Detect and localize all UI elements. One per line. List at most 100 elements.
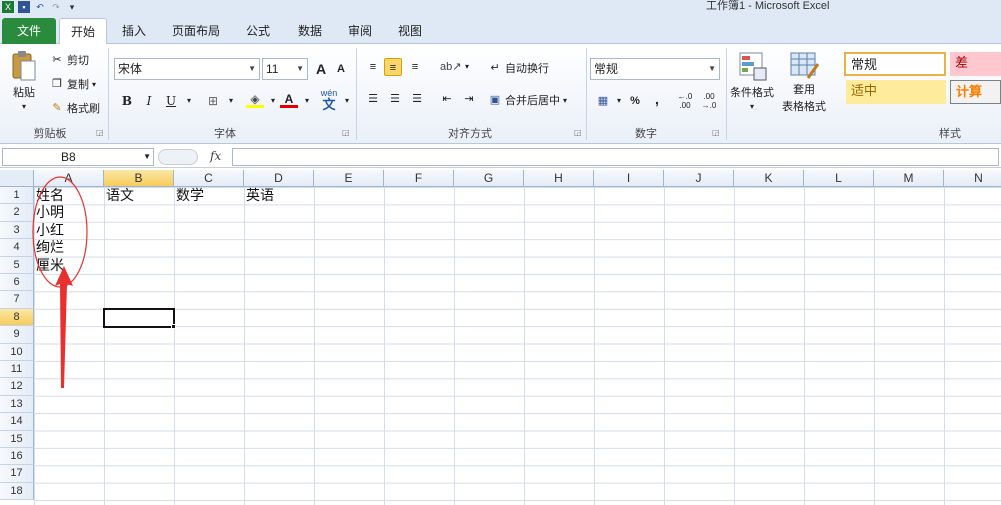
cell-a2[interactable]: 小明: [36, 204, 64, 221]
cell-d1[interactable]: 英语: [246, 187, 274, 204]
row-header-12[interactable]: 12: [0, 378, 34, 396]
redo-icon[interactable]: ↷: [50, 1, 62, 13]
align-right-icon[interactable]: ☰: [408, 90, 426, 108]
row-header-18[interactable]: 18: [0, 482, 34, 501]
tab-view[interactable]: 视图: [388, 18, 432, 44]
tab-data[interactable]: 数据: [288, 18, 332, 44]
column-header-c[interactable]: C: [174, 170, 244, 187]
column-header-n[interactable]: N: [944, 170, 1001, 187]
underline-dropdown-icon[interactable]: ▾: [180, 92, 198, 110]
font-name-select[interactable]: 宋体 ▼: [114, 58, 260, 80]
row-header-3[interactable]: 3: [0, 221, 34, 240]
borders-icon[interactable]: ⊞: [204, 92, 222, 110]
column-header-i[interactable]: I: [594, 170, 664, 187]
column-header-d[interactable]: D: [244, 170, 314, 187]
column-header-g[interactable]: G: [454, 170, 524, 187]
style-normal[interactable]: 常规: [844, 52, 946, 76]
shrink-font-button[interactable]: A: [332, 60, 350, 78]
tab-home[interactable]: 开始: [59, 18, 107, 45]
phonetic-icon[interactable]: wén 文: [320, 88, 338, 111]
column-header-h[interactable]: H: [524, 170, 594, 187]
column-header-a[interactable]: A: [34, 170, 104, 187]
row-header-14[interactable]: 14: [0, 413, 34, 431]
style-neutral[interactable]: 适中: [846, 80, 946, 104]
worksheet-grid[interactable]: ABCDEFGHIJKLMN 1 2 3 4 5 6 7 8 9 10 11 12 13 14 15 16 17…: [0, 170, 1001, 505]
row-header-16[interactable]: 16: [0, 448, 34, 466]
increase-indent-icon[interactable]: ⇥: [460, 90, 478, 108]
format-as-table-button[interactable]: 套用 表格格式: [782, 50, 826, 114]
wrap-text-button[interactable]: ↵ 自动换行: [488, 60, 549, 76]
decrease-decimal-icon[interactable]: .00 →.0: [700, 92, 718, 110]
font-color-button[interactable]: A: [280, 90, 298, 108]
row-header-17[interactable]: 17: [0, 465, 34, 483]
column-header-f[interactable]: F: [384, 170, 454, 187]
orientation-icon[interactable]: ab↗: [440, 58, 461, 76]
cell-c1[interactable]: 数学: [176, 187, 204, 204]
row-header-2[interactable]: 2: [0, 204, 34, 222]
row-header-8[interactable]: 8: [0, 308, 34, 327]
orientation-dropdown-icon[interactable]: ▾: [458, 58, 476, 76]
cell-a5[interactable]: 厘米: [36, 257, 64, 274]
cut-button[interactable]: ✂ 剪切: [50, 52, 89, 68]
cell-a4[interactable]: 绚烂: [36, 239, 64, 256]
grow-font-button[interactable]: A: [312, 60, 330, 78]
borders-dropdown-icon[interactable]: ▾: [222, 92, 240, 110]
number-launcher-icon[interactable]: ◲: [712, 128, 720, 137]
row-header-6[interactable]: 6: [0, 274, 34, 292]
cell-a3[interactable]: 小红: [36, 222, 64, 239]
phonetic-dropdown-icon[interactable]: ▾: [338, 92, 356, 110]
align-left-icon[interactable]: ☰: [364, 90, 382, 108]
tab-file[interactable]: 文件: [2, 18, 56, 44]
column-header-j[interactable]: J: [664, 170, 734, 187]
tab-insert[interactable]: 插入: [112, 18, 156, 44]
select-all-button[interactable]: [0, 170, 34, 187]
copy-button[interactable]: ❐ 复制 ▾: [50, 76, 96, 92]
customize-qat-icon[interactable]: ▾: [66, 1, 78, 13]
comma-button[interactable]: ,: [648, 90, 666, 108]
name-box[interactable]: B8 ▼: [2, 148, 154, 166]
font-size-select[interactable]: 11 ▼: [262, 58, 308, 80]
column-header-b[interactable]: B: [104, 170, 174, 187]
row-header-15[interactable]: 15: [0, 430, 34, 448]
tab-formulas[interactable]: 公式: [236, 18, 280, 44]
cell-area[interactable]: [34, 187, 1001, 505]
decrease-indent-icon[interactable]: ⇤: [438, 90, 456, 108]
bold-button[interactable]: B: [118, 92, 136, 110]
save-icon[interactable]: ▪: [18, 1, 30, 13]
underline-button[interactable]: U: [162, 92, 180, 110]
cell-a1[interactable]: 姓名: [36, 187, 64, 204]
clipboard-launcher-icon[interactable]: ◲: [96, 128, 104, 137]
row-header-13[interactable]: 13: [0, 395, 34, 414]
italic-button[interactable]: I: [140, 92, 158, 110]
merge-center-button[interactable]: ▣ 合并后居中 ▾: [488, 92, 567, 108]
fill-color-icon[interactable]: ◈: [246, 90, 264, 108]
row-header-5[interactable]: 5: [0, 256, 34, 274]
row-header-7[interactable]: 7: [0, 291, 34, 309]
tab-page-layout[interactable]: 页面布局: [164, 18, 228, 44]
percent-button[interactable]: %: [626, 92, 644, 110]
undo-icon[interactable]: ↶: [34, 1, 46, 13]
column-header-l[interactable]: L: [804, 170, 874, 187]
align-center-icon[interactable]: ☰: [386, 90, 404, 108]
row-header-4[interactable]: 4: [0, 239, 34, 257]
cell-b1[interactable]: 语文: [106, 187, 134, 204]
alignment-launcher-icon[interactable]: ◲: [574, 128, 582, 137]
row-header-10[interactable]: 10: [0, 343, 34, 361]
style-calculation[interactable]: 计算: [950, 80, 1001, 104]
row-header-9[interactable]: 9: [0, 326, 34, 344]
font-color-dropdown-icon[interactable]: ▾: [298, 92, 316, 110]
conditional-formatting-button[interactable]: 条件格式 ▾: [730, 50, 774, 111]
row-header-11[interactable]: 11: [0, 361, 34, 379]
paste-button[interactable]: 粘贴 ▾: [10, 50, 38, 111]
number-format-select[interactable]: 常规 ▼: [590, 58, 720, 80]
column-header-m[interactable]: M: [874, 170, 944, 187]
row-header-1[interactable]: 1: [0, 187, 34, 205]
fill-handle[interactable]: [171, 324, 176, 329]
align-middle-icon[interactable]: ≡: [384, 58, 402, 76]
increase-decimal-icon[interactable]: ←.0.00: [676, 92, 694, 110]
style-bad[interactable]: 差: [950, 52, 1001, 76]
font-launcher-icon[interactable]: ◲: [342, 128, 350, 137]
tab-review[interactable]: 审阅: [338, 18, 382, 44]
column-header-k[interactable]: K: [734, 170, 804, 187]
align-top-icon[interactable]: ≡: [364, 58, 382, 76]
